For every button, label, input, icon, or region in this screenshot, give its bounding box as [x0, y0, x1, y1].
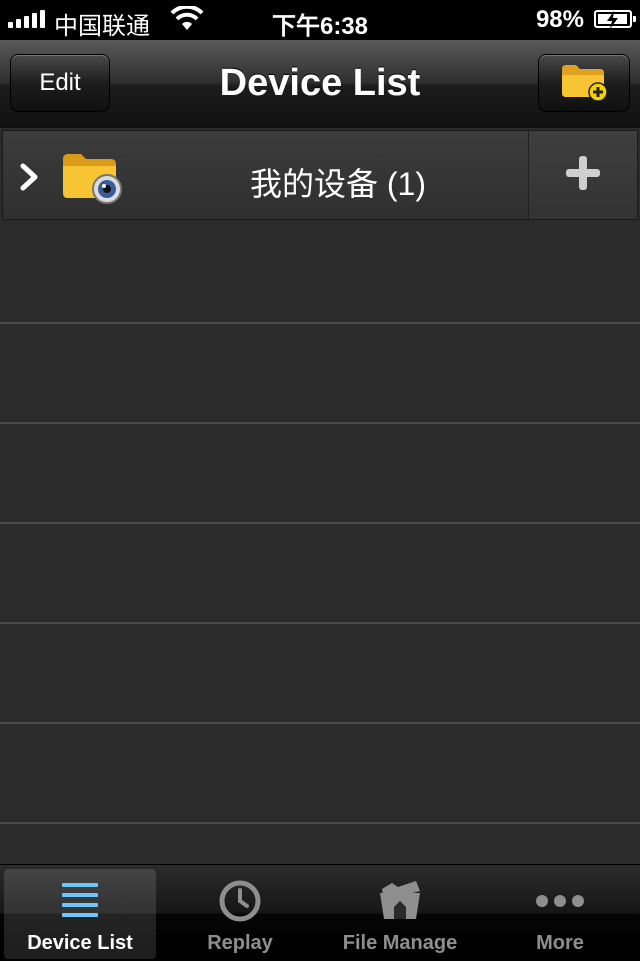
tab-label: File Manage: [342, 932, 458, 954]
add-folder-icon: [560, 61, 608, 106]
row-separator: [0, 722, 640, 724]
tab-file-manage[interactable]: File Manage: [324, 869, 476, 959]
more-dots-icon: [534, 879, 586, 928]
camera-folder-icon: [61, 151, 127, 210]
device-list: 我的设备 (1): [0, 128, 640, 864]
tab-label: Device List: [27, 932, 133, 954]
list-icon: [60, 879, 100, 928]
add-folder-button[interactable]: [538, 54, 630, 112]
row-separator: [0, 422, 640, 424]
battery-percent: 98%: [535, 6, 584, 33]
tab-device-list[interactable]: Device List: [4, 869, 156, 959]
chevron-right-icon[interactable]: [19, 163, 41, 196]
tab-more[interactable]: More: [484, 869, 636, 959]
battery-icon: [594, 10, 636, 29]
tab-replay[interactable]: Replay: [164, 869, 316, 959]
folders-icon: [376, 879, 424, 928]
row-separator: [0, 622, 640, 624]
row-separator: [0, 522, 640, 524]
tab-label: More: [536, 932, 584, 954]
device-group-row[interactable]: 我的设备 (1): [2, 130, 638, 220]
navigation-bar: Edit Device List: [0, 40, 640, 129]
tab-label: Replay: [207, 932, 273, 954]
row-separator: [0, 322, 640, 324]
row-separator: [0, 822, 640, 824]
plus-icon: [564, 154, 602, 197]
add-device-button[interactable]: [528, 131, 637, 219]
status-bar: 中国联通 下午6:38 98%: [0, 0, 640, 40]
device-group-label: 我的设备 (1): [249, 166, 426, 202]
clock-icon: [218, 879, 262, 928]
tab-bar: Device List Replay File Manage More: [0, 864, 640, 961]
